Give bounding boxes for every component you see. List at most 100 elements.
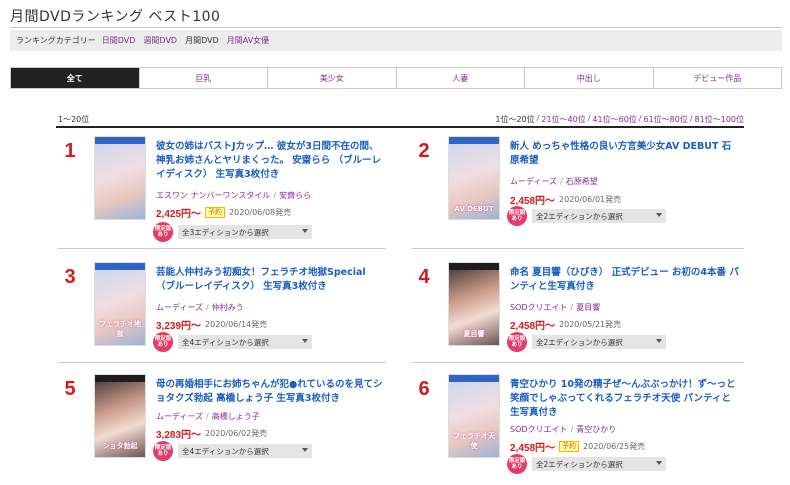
edition-select[interactable]: 全2エディションから選択 <box>532 457 666 471</box>
edition-select-label: 全2エディションから選択 <box>536 459 623 469</box>
maker-line: SODクリエイト / 青空ひかり <box>510 424 616 435</box>
limited-edition-badge: 限定版あり <box>507 206 527 226</box>
edition-select-label: 全2エディションから選択 <box>536 211 623 221</box>
maker-link[interactable]: ムーディーズ <box>156 412 203 421</box>
maker-line: SODクリエイト / 夏目響 <box>510 302 600 313</box>
price: 2,425円〜 <box>156 209 202 220</box>
maker-link[interactable]: ムーディーズ <box>156 303 203 312</box>
ranking-item: 2 AV DEBUT 新人 めっちゃ性格の良い方言美少女AV DEBUT 石原希… <box>412 128 740 240</box>
actress-link[interactable]: 高橋しょう子 <box>212 412 260 421</box>
release-date: 2020/06/14発売 <box>205 320 268 329</box>
rank-pager: 1位〜20位 / 21位〜40位 / 41位〜60位 / 61位〜80位 / 8… <box>495 114 744 125</box>
limited-edition-badge: 限定版あり <box>153 332 173 352</box>
category-link-daily[interactable]: 日間DVD <box>102 35 136 46</box>
separator: / <box>273 191 277 200</box>
price-line: 2,458円〜 予約 2020/06/25発売 <box>510 439 645 454</box>
rank-number: 1 <box>64 140 76 162</box>
maker-link[interactable]: ムーディーズ <box>510 177 557 186</box>
maker-line: ムーディーズ / 仲村みう <box>156 302 244 313</box>
rank-number: 4 <box>418 266 430 288</box>
edition-select[interactable]: 全4エディションから選択 <box>178 444 312 458</box>
tab-all[interactable]: 全て <box>11 68 139 88</box>
limited-edition-badge: 限定版あり <box>507 332 527 352</box>
row-divider <box>412 362 744 363</box>
tab-debut[interactable]: デビュー作品 <box>652 68 782 88</box>
category-link-weekly[interactable]: 週間DVD <box>143 35 177 46</box>
price-line: 2,458円〜 2020/05/21発売 <box>510 317 621 332</box>
edition-select-label: 全4エディションから選択 <box>182 337 269 347</box>
ranking-item: 1 彼女の姉はバストJカップ… 彼女が3日間不在の間、神乳お姉さんとヤリまくった… <box>58 128 386 242</box>
tab-creampie[interactable]: 中出し <box>524 68 653 88</box>
release-date: 2020/06/02発売 <box>205 429 268 438</box>
row-divider <box>58 362 386 363</box>
reserve-badge: 予約 <box>205 207 226 218</box>
product-title[interactable]: 新人 めっちゃ性格の良い方言美少女AV DEBUT 石原希望 <box>510 140 740 168</box>
row-divider <box>58 248 386 249</box>
edition-select[interactable]: 全2エディションから選択 <box>532 209 666 223</box>
limited-edition-badge: 限定版あり <box>507 454 527 474</box>
price-line: 2,458円〜 2020/06/01発売 <box>510 192 621 207</box>
category-link-monthly-actress[interactable]: 月間AV女優 <box>227 35 269 46</box>
category-bar: ランキングカテゴリー 日間DVD 週間DVD 月間DVD 月間AV女優 <box>10 30 782 51</box>
category-link-monthly[interactable]: 月間DVD <box>185 35 219 46</box>
product-title[interactable]: 芸能人仲村みう初痴女！フェラチオ地獄Special （ブルーレイディスク） 生写… <box>156 266 386 294</box>
edition-select-label: 全3エディションから選択 <box>182 227 269 237</box>
rank-number: 6 <box>418 378 430 400</box>
chevron-down-icon <box>656 213 662 217</box>
price: 3,283円〜 <box>156 430 202 441</box>
product-title[interactable]: 母の再婚相手にお姉ちゃんが犯●れているのを見てショタクズ勃起 高橋しょう子 生写… <box>156 378 386 406</box>
product-cover[interactable]: フェラチオ地獄 <box>94 262 146 346</box>
maker-link[interactable]: エスワン ナンバーワンスタイル <box>156 191 270 200</box>
limited-edition-badge: 限定版あり <box>153 222 173 242</box>
separator: / <box>206 412 209 421</box>
genre-tabs: 全て 巨乳 美少女 人妻 中出し デビュー作品 <box>10 67 782 89</box>
actress-link[interactable]: 青空ひかり <box>576 425 616 434</box>
separator: / <box>570 425 574 434</box>
chevron-down-icon <box>656 339 662 343</box>
chevron-down-icon <box>302 448 308 452</box>
cover-text: 夏目響 <box>463 330 485 338</box>
maker-link[interactable]: SODクリエイト <box>510 303 568 312</box>
tab-married-woman[interactable]: 人妻 <box>395 68 525 88</box>
price: 2,458円〜 <box>510 321 556 332</box>
edition-select[interactable]: 全2エディションから選択 <box>532 335 666 349</box>
product-title[interactable]: 彼女の姉はバストJカップ… 彼女が3日間不在の間、神乳お姉さんとヤリまくった。 … <box>156 140 386 182</box>
maker-link[interactable]: SODクリエイト <box>510 425 568 434</box>
pager-link-41-60[interactable]: 41位〜60位 <box>592 114 636 125</box>
price: 3,239円〜 <box>156 321 202 332</box>
title-divider <box>10 27 782 28</box>
ranking-item: 6 フェラチオ天使 青空ひかり 10発の精子ぜ〜んぶぶっかけ！ず〜っと笑顔でしゃ… <box>412 366 740 478</box>
tab-beautiful-girl[interactable]: 美少女 <box>267 68 396 88</box>
chevron-down-icon <box>302 339 308 343</box>
pager-link-61-80[interactable]: 61位〜80位 <box>643 114 687 125</box>
maker-line: ムーディーズ / 石原希望 <box>510 176 598 187</box>
limited-edition-badge: 限定版あり <box>153 441 173 461</box>
product-cover[interactable] <box>94 136 146 220</box>
pager-link-1-20[interactable]: 1位〜20位 <box>495 114 534 125</box>
actress-link[interactable]: 安齋らら <box>279 191 311 200</box>
release-date: 2020/06/08発売 <box>229 208 292 217</box>
ranking-item: 3 フェラチオ地獄 芸能人仲村みう初痴女！フェラチオ地獄Special （ブルー… <box>58 254 386 366</box>
price: 2,458円〜 <box>510 196 556 207</box>
product-cover[interactable]: フェラチオ天使 <box>448 374 500 458</box>
actress-link[interactable]: 石原希望 <box>566 177 598 186</box>
price-line: 2,425円〜 予約 2020/06/08発売 <box>156 205 291 220</box>
product-title[interactable]: 青空ひかり 10発の精子ぜ〜んぶぶっかけ！ず〜っと笑顔でしゃぶってくれるフェラチ… <box>510 378 740 420</box>
pager-link-21-40[interactable]: 21位〜40位 <box>541 114 585 125</box>
product-cover[interactable]: 夏目響 <box>448 262 500 346</box>
product-title[interactable]: 命名 夏目響（ひびき） 正式デビュー お初の4本番 パンティと生写真付き <box>510 266 740 294</box>
edition-select[interactable]: 全4エディションから選択 <box>178 335 312 349</box>
actress-link[interactable]: 夏目響 <box>576 303 600 312</box>
pager-link-81-100[interactable]: 81位〜100位 <box>695 114 744 125</box>
actress-link[interactable]: 仲村みう <box>212 303 244 312</box>
product-cover[interactable]: AV DEBUT <box>448 136 500 220</box>
maker-line: ムーディーズ / 高橋しょう子 <box>156 411 260 422</box>
pager-separator: / <box>689 114 693 123</box>
product-cover[interactable]: ショタ勃起 <box>94 374 146 458</box>
range-label: 1〜20位 <box>58 115 90 124</box>
edition-select[interactable]: 全3エディションから選択 <box>178 225 312 239</box>
cover-text: フェラチオ地獄 <box>99 320 141 338</box>
cover-text: ショタ勃起 <box>102 442 138 450</box>
edition-select-label: 全2エディションから選択 <box>536 337 623 347</box>
tab-big-breasts[interactable]: 巨乳 <box>138 68 268 88</box>
